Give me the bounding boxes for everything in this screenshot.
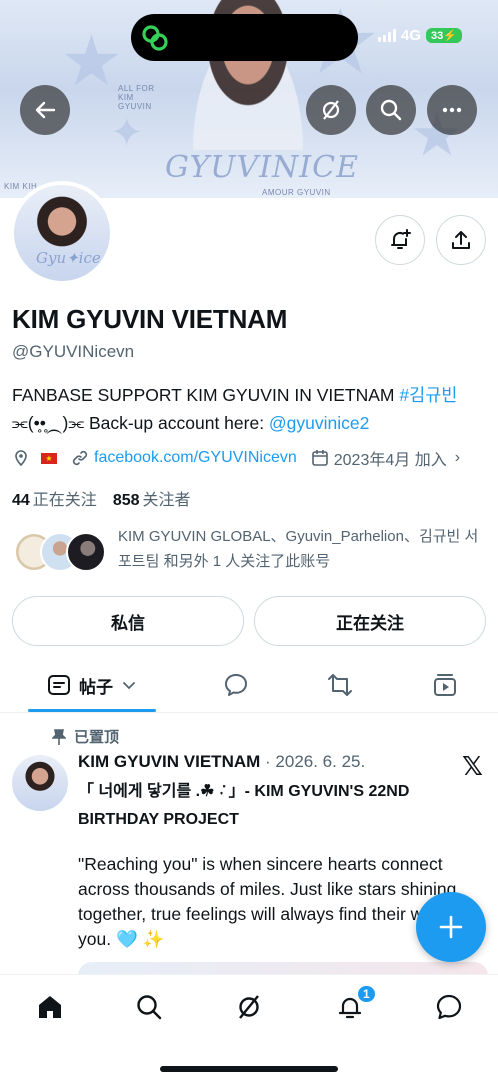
nav-messages[interactable] <box>431 989 467 1025</box>
message-button[interactable]: 私信 <box>12 596 244 646</box>
tab-posts[interactable]: 帖子 <box>28 660 156 710</box>
repost-icon <box>328 674 352 696</box>
more-button[interactable] <box>427 85 477 135</box>
followed-by-text: KIM GYUVIN GLOBAL、Gyuvin_Parhelion、김규빈 서… <box>118 528 479 570</box>
star-decoration: ★ <box>60 22 123 100</box>
bottom-nav: 1 <box>0 974 498 1080</box>
followed-by[interactable]: KIM GYUVIN GLOBAL、Gyuvin_Parhelion、김규빈 서… <box>12 524 492 578</box>
following-button[interactable]: 正在关注 <box>254 596 486 646</box>
bio-hashtag[interactable]: #김규빈 <box>399 385 457 405</box>
banner-caption: AMOUR GYUVIN <box>262 188 331 197</box>
battery-level: 33 <box>431 30 444 42</box>
chevron-right-icon[interactable]: › <box>455 449 460 467</box>
home-icon <box>39 996 61 1018</box>
notification-badge: 1 <box>356 984 377 1004</box>
battery-indicator: 33⚡ <box>426 28 462 43</box>
link-icon <box>142 25 168 51</box>
share-button[interactable] <box>436 215 486 265</box>
link-icon <box>72 450 88 466</box>
nav-grok[interactable] <box>231 989 267 1025</box>
post-title: 「 너에게 닿기를 .☘︎ ݁˖ 」- KIM GYUVIN'S 22ND BI… <box>78 783 410 828</box>
joined-date: 2023年4月 加入 <box>333 452 447 469</box>
notify-button[interactable] <box>375 215 425 265</box>
nav-search[interactable] <box>131 989 167 1025</box>
post-author[interactable]: KIM GYUVIN VIETNAM <box>78 752 260 771</box>
profile-link[interactable]: facebook.com/GYUVINicevn <box>94 449 297 467</box>
avatar-script: Gyu✦ice <box>36 249 101 267</box>
location-icon <box>15 450 27 467</box>
follow-counts: 44 正在关注 858 关注者 <box>12 486 191 510</box>
bio-mention[interactable]: @gyuvinice2 <box>269 413 369 433</box>
search-icon <box>380 99 402 121</box>
post-date: · 2026. 6. 25. <box>260 752 366 771</box>
following-count-link[interactable]: 44 正在关注 <box>12 486 97 510</box>
post-header: KIM GYUVIN VIETNAM · 2026. 6. 25. <box>78 752 365 772</box>
grok-button[interactable] <box>306 85 356 135</box>
plus-icon <box>439 915 463 939</box>
grok-icon <box>322 100 340 120</box>
followers-count-link[interactable]: 858 关注者 <box>113 486 191 510</box>
status-bar: 4G 33⚡ <box>378 27 462 44</box>
banner-caption: ALL FOR KIM GYUVIN <box>118 84 155 111</box>
star-decoration: ✦ <box>110 111 144 155</box>
bell-plus-icon <box>391 229 411 249</box>
search-icon <box>137 995 162 1020</box>
home-indicator <box>160 1066 338 1072</box>
profile-tabs: 帖子 <box>0 660 498 712</box>
pinned-indicator: 已置顶 <box>52 726 119 747</box>
tab-posts-label: 帖子 <box>79 677 113 697</box>
profile-avatar[interactable]: Gyu✦ice <box>10 181 114 285</box>
tab-reposts[interactable] <box>320 660 360 710</box>
banner-script-text: GYUVINICE <box>165 150 359 185</box>
search-button[interactable] <box>366 85 416 135</box>
nav-home[interactable] <box>32 989 68 1025</box>
chevron-down-icon <box>123 682 135 690</box>
reply-icon <box>225 674 247 696</box>
calendar-icon <box>311 450 328 466</box>
more-icon <box>442 107 462 113</box>
bio-text: ⫘(•̥•̥⁔)⫘ Back-up account here: <box>12 413 269 433</box>
pin-icon <box>52 728 66 745</box>
posts-icon <box>48 675 70 695</box>
tab-replies[interactable] <box>216 660 256 710</box>
profile-meta: ★ facebook.com/GYUVINicevn 2023年4月 加入 › <box>12 446 460 470</box>
bio-text: FANBASE SUPPORT KIM GYUVIN IN VIETNAM <box>12 385 400 405</box>
network-label: 4G <box>401 27 422 44</box>
compose-button[interactable] <box>416 892 486 962</box>
post-avatar[interactable] <box>12 755 68 811</box>
vietnam-flag-icon: ★ <box>41 452 57 464</box>
signal-icon <box>378 29 397 42</box>
arrow-left-icon <box>35 101 56 119</box>
tab-media[interactable] <box>425 660 465 710</box>
follower-avatar <box>66 532 106 572</box>
divider <box>0 712 498 713</box>
profile-name: KIM GYUVIN VIETNAM <box>12 304 288 334</box>
pinned-label: 已置顶 <box>74 729 120 746</box>
profile-bio: FANBASE SUPPORT KIM GYUVIN IN VIETNAM #김… <box>12 381 492 437</box>
dynamic-island <box>131 14 358 61</box>
back-button[interactable] <box>20 85 70 135</box>
video-icon <box>434 674 456 696</box>
share-icon <box>452 231 470 249</box>
profile-handle: @GYUVINicevn <box>12 342 135 361</box>
grok-icon <box>239 995 259 1019</box>
chat-icon <box>436 994 462 1020</box>
